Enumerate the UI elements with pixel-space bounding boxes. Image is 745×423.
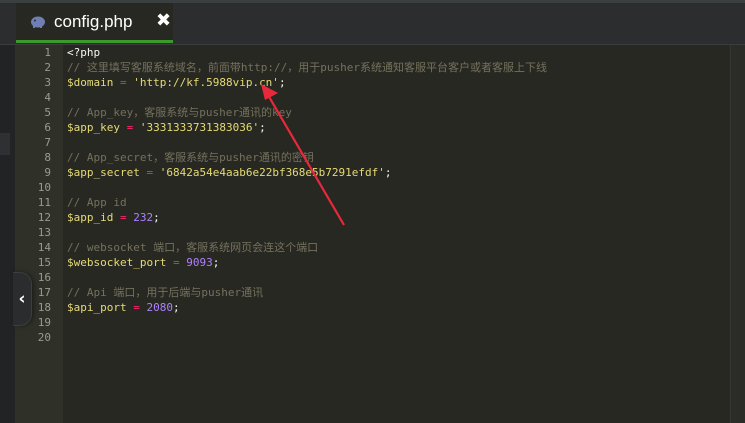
tab-title: config.php <box>54 12 133 31</box>
tab-config-php[interactable]: config.php ✖ <box>16 3 173 43</box>
code-editor[interactable]: <?php // 这里填写客服系统域名，前面带http://，用于pusher系统… <box>63 45 730 423</box>
code-token: // App_key，客服系统与pusher通讯的key <box>67 106 292 119</box>
code-token: // 这里填写客服系统域名，前面带http://，用于pusher系统通知客服平… <box>67 61 547 74</box>
code-content: $websocket_port = 9093; <box>67 255 219 270</box>
code-content: $app_secret = '6842a54e4aab6e22bf368e5b7… <box>67 165 392 180</box>
code-token: // Api 端口，用于后端与pusher通讯 <box>67 286 264 299</box>
code-token: ; <box>278 76 286 89</box>
code-token: $app_id <box>67 211 114 224</box>
code-content: $api_port = 2080; <box>67 300 180 315</box>
code-token: 9093 <box>186 256 213 269</box>
side-panel <box>0 45 16 423</box>
code-token: = <box>119 121 140 134</box>
code-token: = <box>166 256 187 269</box>
code-content: // App id <box>67 195 127 210</box>
code-token: // websocket 端口，客服系统网页会连这个端口 <box>67 241 319 254</box>
collapse-sidebar-button[interactable]: ‹ <box>13 272 32 326</box>
line-number: 4 <box>44 91 51 104</box>
code-token: ; <box>384 166 392 179</box>
code-token: 'http://kf.5988vip.cn' <box>133 76 279 89</box>
php-elephant-icon <box>31 16 45 28</box>
code-token: ; <box>172 301 180 314</box>
code-token: = <box>113 76 134 89</box>
code-content: // App_secret，客服系统与pusher通讯的密钥 <box>67 150 314 165</box>
line-number: 2 <box>44 61 51 74</box>
code-token: = <box>113 211 134 224</box>
line-number: 3 <box>44 76 51 89</box>
close-icon[interactable]: ✖ <box>156 9 171 33</box>
code-token: '3331333731383036' <box>139 121 260 134</box>
line-number: 6 <box>44 121 51 134</box>
side-panel-marker <box>0 133 10 155</box>
line-number: 13 <box>37 226 51 239</box>
line-number: 10 <box>37 181 51 194</box>
code-content: // Api 端口，用于后端与pusher通讯 <box>67 285 263 300</box>
line-number: 20 <box>37 331 51 344</box>
code-token: // App id <box>67 196 127 209</box>
line-number: 12 <box>37 211 51 224</box>
code-content: <?php <box>67 45 100 60</box>
code-token: $api_port <box>67 301 127 314</box>
code-token: 2080 <box>146 301 173 314</box>
code-token: 232 <box>133 211 154 224</box>
code-token: = <box>126 301 147 314</box>
code-content: // 这里填写客服系统域名，前面带http://，用于pusher系统通知客服平… <box>67 60 547 75</box>
code-token: ; <box>259 121 266 134</box>
code-content: $app_id = 232; <box>67 210 160 225</box>
code-token: ; <box>212 256 220 269</box>
line-number: 15 <box>37 256 51 269</box>
code-content: // App_key，客服系统与pusher通讯的key <box>67 105 292 120</box>
line-number: 17 <box>37 286 51 299</box>
line-number: 7 <box>44 136 51 149</box>
code-token: $websocket_port <box>67 256 167 269</box>
line-number: 9 <box>44 166 51 179</box>
line-number: 14 <box>37 241 51 254</box>
line-number: 8 <box>44 151 51 164</box>
code-token: '6842a54e4aab6e22bf368e5b7291efdf' <box>159 166 385 179</box>
code-token: = <box>139 166 160 179</box>
code-token: <?php <box>67 46 101 59</box>
code-token: $domain <box>67 76 114 89</box>
line-number: 11 <box>37 196 51 209</box>
code-token: // App_secret，客服系统与pusher通讯的密钥 <box>67 151 314 164</box>
line-number-gutter: 1 2 3 4 5 6 7 8 9 10 11 12 13 14 15 16 17 18 19 20 <box>15 45 64 423</box>
code-token: ; <box>153 211 160 224</box>
tab-bar: config.php ✖ <box>0 0 745 45</box>
code-content: $app_key = '3331333731383036'; <box>67 120 266 135</box>
line-number: 1 <box>44 46 51 59</box>
line-number: 18 <box>37 301 51 314</box>
code-content: $domain = 'http://kf.5988vip.cn'; <box>67 75 286 90</box>
line-number: 5 <box>44 106 51 119</box>
code-token: $app_secret <box>67 166 140 179</box>
code-content: // websocket 端口，客服系统网页会连这个端口 <box>67 240 318 255</box>
line-number: 16 <box>37 271 51 284</box>
vertical-scrollbar[interactable] <box>730 45 745 423</box>
code-token: $app_key <box>67 121 120 134</box>
line-number: 19 <box>37 316 51 329</box>
